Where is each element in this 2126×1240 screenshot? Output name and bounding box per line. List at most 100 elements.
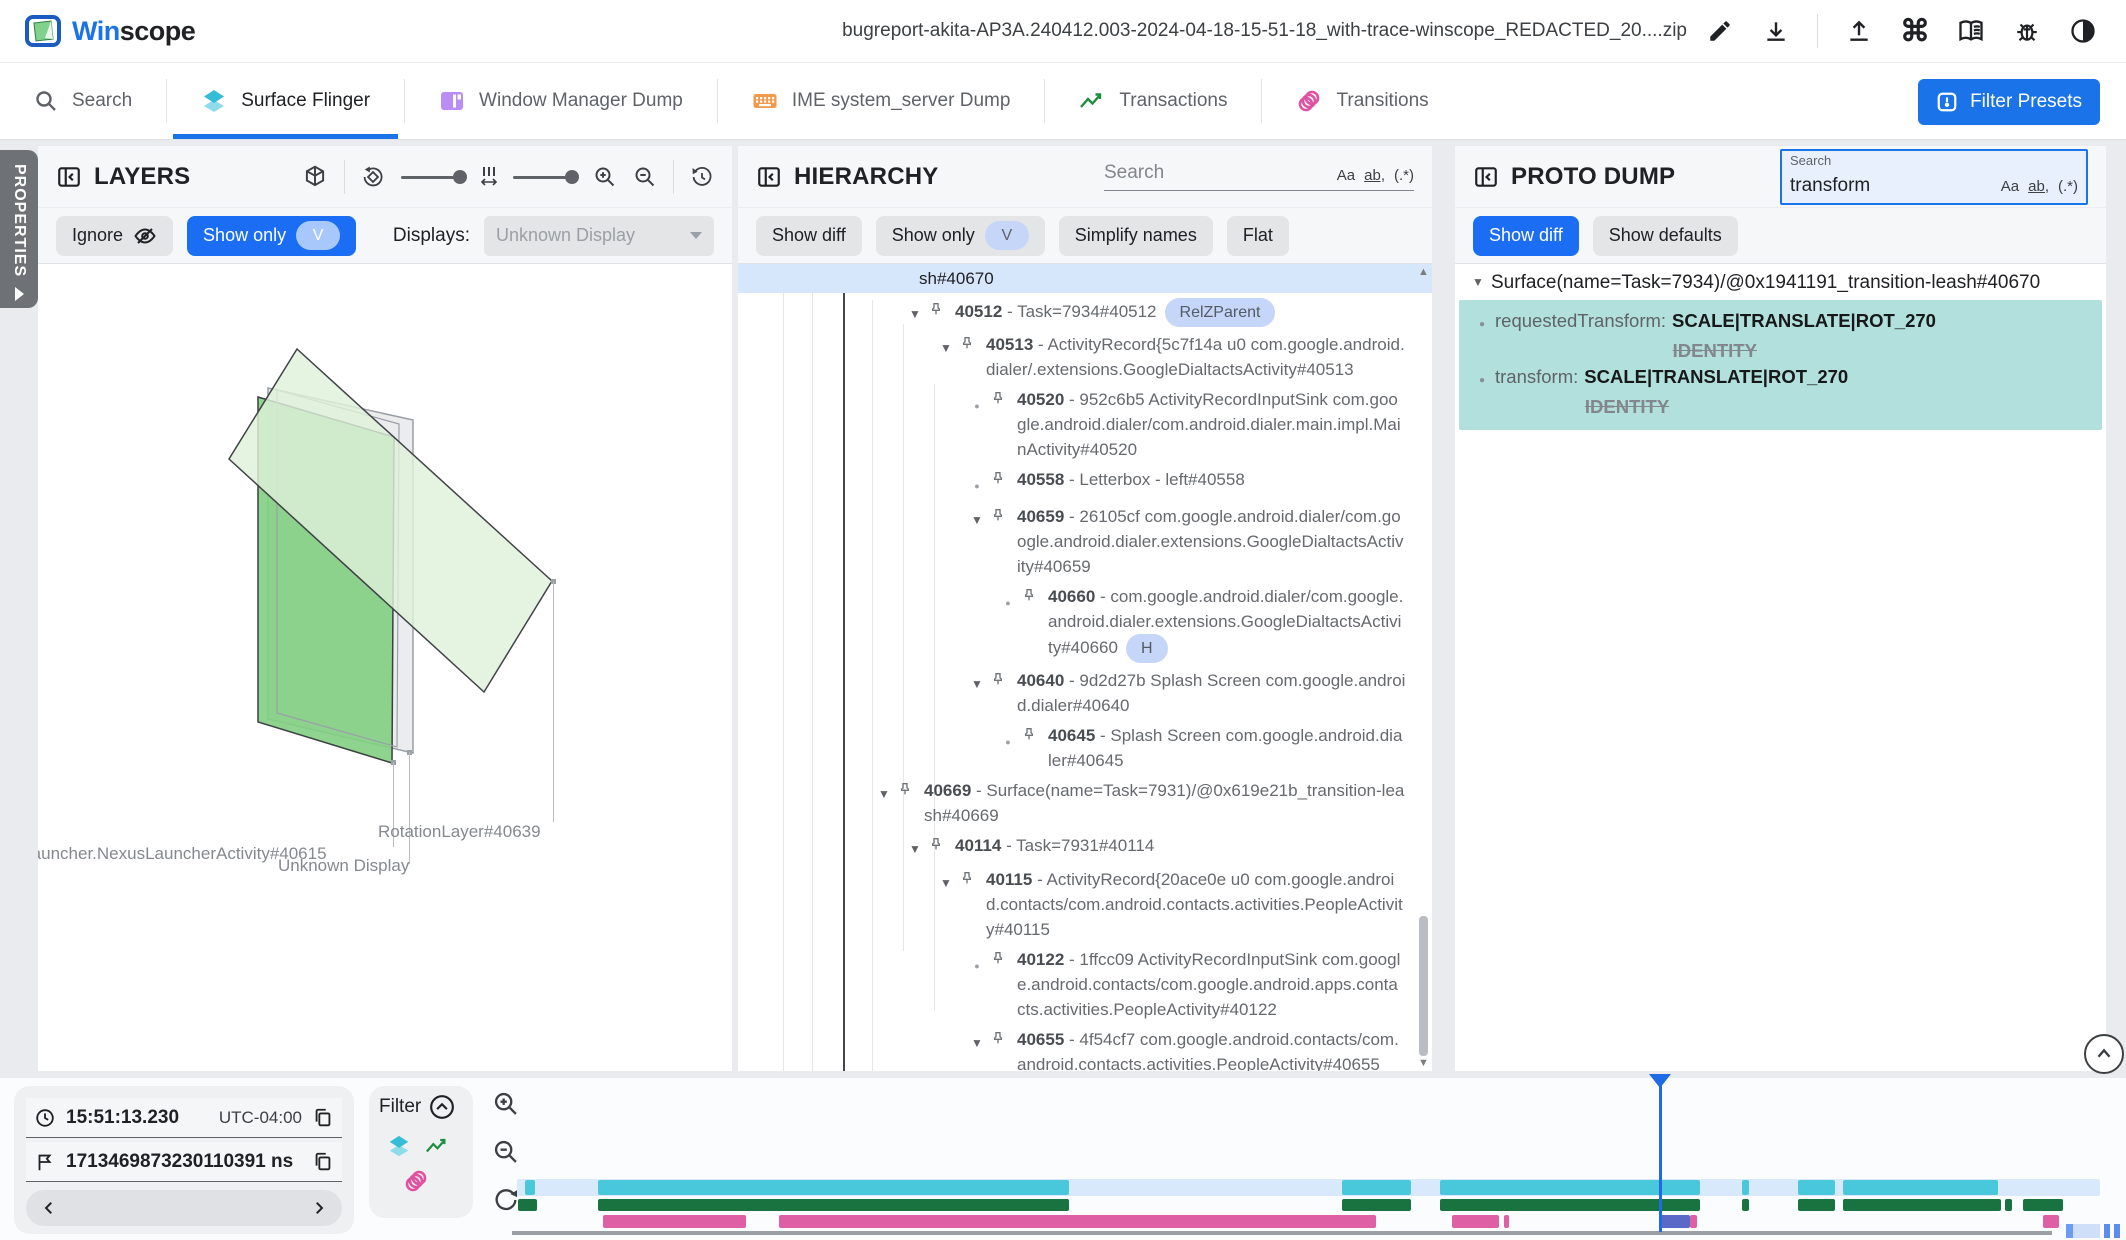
expander-icon[interactable]: ▼ [933, 332, 959, 361]
scrollbar-thumb[interactable] [1419, 916, 1428, 1056]
tree-node[interactable]: ▼ 40640 - 9d2d27b Splash Screen com.goog… [738, 668, 1432, 718]
tree-node[interactable]: ● 40558 - Letterbox - left#40558 [738, 467, 1432, 499]
reset-view-icon[interactable] [690, 165, 714, 189]
layer-label-rotation[interactable]: RotationLayer#40639 [378, 822, 541, 842]
transitions-segment[interactable] [1690, 1215, 1697, 1228]
tab-surface-flinger[interactable]: Surface Flinger [167, 63, 404, 139]
rotate-3d-icon[interactable] [361, 165, 385, 189]
show-diff-chip[interactable]: Show diff [1473, 216, 1579, 256]
scroll-up-icon[interactable]: ▲ [1418, 266, 1429, 278]
tree-node[interactable]: ▼ 40669 - Surface(name=Task=7931)/@0x619… [738, 778, 1432, 828]
expander-icon[interactable]: ▼ [964, 504, 990, 533]
simplify-names-chip[interactable]: Simplify names [1059, 216, 1213, 256]
regex-icon[interactable]: (.*) [2058, 178, 2078, 195]
tab-search[interactable]: Search [0, 63, 166, 139]
zoom-out-icon[interactable] [633, 165, 657, 189]
transactions-segment[interactable] [1742, 1199, 1749, 1211]
pin-icon[interactable] [928, 298, 955, 317]
tree-node[interactable]: ▼ 40115 - ActivityRecord{20ace0e u0 com.… [738, 867, 1432, 942]
property-row[interactable]: ●transform:SCALE|TRANSLATE|ROT_270 [1469, 364, 2092, 394]
shortcuts-icon[interactable]: ⌘ [1900, 16, 1930, 46]
pin-icon[interactable] [990, 504, 1017, 523]
tree-node[interactable]: ▼ 40659 - 26105cf com.google.android.dia… [738, 504, 1432, 579]
transactions-segment[interactable] [518, 1199, 537, 1211]
selected-node-wrap-line[interactable]: sh#40670 [738, 264, 1432, 293]
regex-icon[interactable]: (.*) [1394, 167, 1414, 184]
timeline-range-handle[interactable] [2114, 1224, 2120, 1238]
tab-transitions[interactable]: Transitions [1262, 63, 1462, 139]
flat-chip[interactable]: Flat [1227, 216, 1289, 256]
timeline-scrollbar[interactable] [512, 1231, 2052, 1235]
tree-node[interactable]: ▼ 40513 - ActivityRecord{5c7f14a u0 com.… [738, 332, 1432, 382]
surface-flinger-segment[interactable] [598, 1180, 1069, 1195]
timeline-range-track[interactable] [2073, 1224, 2100, 1238]
pin-icon[interactable] [928, 833, 955, 852]
proto-root-node[interactable]: ▼ Surface(name=Task=7934)/@0x1941191_tra… [1455, 264, 2106, 298]
documentation-icon[interactable] [1956, 16, 1986, 46]
spacing-slider[interactable] [513, 170, 577, 184]
show-diff-chip[interactable]: Show diff [756, 216, 862, 256]
cube-icon[interactable] [302, 164, 328, 190]
transitions-segment[interactable] [1452, 1215, 1499, 1228]
collapse-timeline-button[interactable] [2084, 1034, 2124, 1074]
transitions-segment[interactable] [603, 1215, 746, 1228]
transactions-segment[interactable] [2023, 1199, 2063, 1211]
pin-icon[interactable] [1021, 584, 1048, 603]
dark-mode-icon[interactable] [2068, 16, 2098, 46]
property-row[interactable]: ●requestedTransform:SCALE|TRANSLATE|ROT_… [1469, 308, 2092, 338]
pin-icon[interactable] [990, 668, 1017, 687]
expander-icon[interactable]: ▼ [1465, 272, 1491, 289]
layer-label-display[interactable]: Unknown Display [278, 856, 409, 876]
expander-icon[interactable]: ▼ [902, 833, 928, 862]
pin-icon[interactable] [959, 867, 986, 886]
edit-icon[interactable] [1705, 16, 1735, 46]
collapse-panel-icon[interactable] [1473, 164, 1499, 190]
match-word-icon[interactable]: ab, [2028, 178, 2049, 195]
ignore-chip[interactable]: Ignore [56, 216, 173, 256]
report-bug-icon[interactable] [2012, 16, 2042, 46]
pin-icon[interactable] [897, 778, 924, 797]
match-case-icon[interactable]: Aa [1337, 167, 1355, 184]
layers-3d-view[interactable]: RotationLayer#40639 exuslauncher.NexusLa… [38, 264, 732, 1071]
show-defaults-chip[interactable]: Show defaults [1593, 216, 1738, 256]
surface-flinger-segment[interactable] [1342, 1180, 1411, 1195]
show-only-chip[interactable]: Show only V [187, 216, 356, 256]
collapse-panel-icon[interactable] [756, 164, 782, 190]
transactions-segment[interactable] [2005, 1199, 2012, 1211]
transitions-segment[interactable] [2043, 1215, 2059, 1228]
tree-node[interactable]: ▼ 40114 - Task=7931#40114 [738, 833, 1432, 862]
tab-ime-dump[interactable]: IME system_server Dump [718, 63, 1045, 139]
transactions-segment[interactable] [598, 1199, 1069, 1211]
transactions-segment[interactable] [1798, 1199, 1835, 1211]
expander-icon[interactable]: ▼ [902, 298, 928, 327]
match-case-icon[interactable]: Aa [2001, 178, 2019, 195]
tree-node[interactable]: ● 40645 - Splash Screen com.google.andro… [738, 723, 1432, 773]
pin-icon[interactable] [959, 332, 986, 351]
transactions-segment[interactable] [1843, 1199, 2001, 1211]
surface-flinger-segment[interactable] [525, 1180, 535, 1195]
tree-node[interactable]: ● 40520 - 952c6b5 ActivityRecordInputSin… [738, 387, 1432, 462]
match-word-icon[interactable]: ab, [1364, 167, 1385, 184]
scroll-down-icon[interactable]: ▼ [1418, 1057, 1429, 1069]
upload-icon[interactable] [1844, 16, 1874, 46]
show-only-chip[interactable]: Show only V [876, 216, 1045, 256]
transactions-segment[interactable] [1342, 1199, 1411, 1211]
hierarchy-search-input[interactable]: Search Aa ab, (.*) [1104, 162, 1414, 191]
tab-transactions[interactable]: Transactions [1045, 63, 1261, 139]
expander-icon[interactable]: ▼ [964, 668, 990, 697]
pin-icon[interactable] [1021, 723, 1048, 742]
surface-flinger-segment[interactable] [1843, 1180, 1998, 1195]
pin-icon[interactable] [990, 467, 1017, 486]
timeline-range-handle[interactable] [2104, 1224, 2110, 1238]
tab-window-manager[interactable]: Window Manager Dump [405, 63, 717, 139]
tree-node[interactable]: ● 40122 - 1ffcc09 ActivityRecordInputSin… [738, 947, 1432, 1022]
expander-icon[interactable]: ▼ [871, 778, 897, 807]
zoom-in-icon[interactable] [593, 165, 617, 189]
displays-dropdown[interactable]: Unknown Display [484, 216, 714, 256]
pin-icon[interactable] [990, 387, 1017, 406]
filter-presets-button[interactable]: Filter Presets [1918, 79, 2100, 125]
expander-icon[interactable]: ▼ [933, 867, 959, 896]
expander-icon[interactable]: ▼ [964, 1027, 990, 1056]
tree-node[interactable]: ● 40660 - com.google.android.dialer/com.… [738, 584, 1432, 663]
properties-collapsed-tab[interactable]: PROPERTIES [0, 150, 38, 308]
